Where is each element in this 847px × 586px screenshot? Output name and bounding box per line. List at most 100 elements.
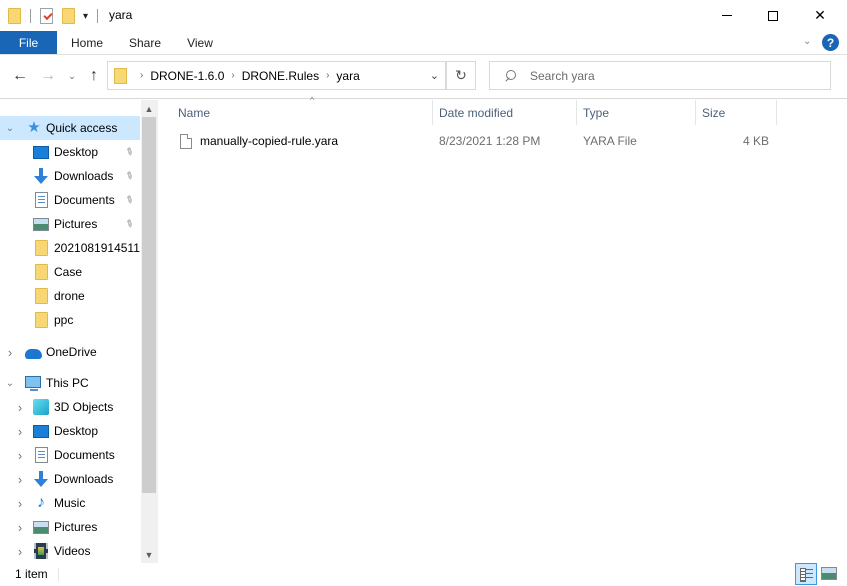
tree-quick-access[interactable]: ⌄ ★ Quick access bbox=[0, 116, 140, 140]
scroll-up-arrow[interactable]: ▲ bbox=[141, 100, 157, 117]
chevron-right-icon[interactable]: › bbox=[15, 400, 25, 415]
breadcrumb-drone-1-6-0[interactable]: DRONE-1.6.0 bbox=[150, 69, 224, 83]
column-header-type[interactable]: Type bbox=[577, 100, 696, 125]
new-folder-icon[interactable] bbox=[62, 8, 75, 24]
tab-view[interactable]: View bbox=[176, 31, 224, 54]
search-box[interactable] bbox=[489, 61, 831, 90]
scrollbar-thumb[interactable] bbox=[142, 117, 156, 493]
folder-icon bbox=[35, 288, 48, 304]
chevron-right-icon[interactable]: › bbox=[15, 520, 25, 535]
customize-toolbar-dropdown[interactable]: ▾ bbox=[83, 11, 88, 22]
scroll-down-arrow[interactable]: ▼ bbox=[141, 546, 157, 563]
tree-onedrive[interactable]: › OneDrive bbox=[0, 340, 140, 364]
tab-file[interactable]: File bbox=[0, 31, 57, 54]
tree-qa-documents[interactable]: Documents ✎ bbox=[0, 188, 140, 212]
breadcrumb-separator[interactable]: › bbox=[326, 70, 329, 81]
tree-pc-3d-objects[interactable]: › 3D Objects bbox=[0, 395, 140, 419]
sort-ascending-icon: ^ bbox=[310, 95, 315, 105]
tree-qa-folder-20210819145111[interactable]: 20210819145111- bbox=[0, 236, 140, 260]
forward-button[interactable]: → bbox=[38, 67, 58, 85]
refresh-button[interactable]: ↻ bbox=[446, 61, 476, 90]
pin-icon: ✎ bbox=[122, 145, 136, 159]
chevron-right-icon[interactable]: › bbox=[15, 424, 25, 439]
tree-pc-documents[interactable]: › Documents bbox=[0, 443, 140, 467]
close-button[interactable]: ✕ bbox=[797, 0, 843, 31]
tree-label: Desktop bbox=[54, 145, 99, 159]
maximize-button[interactable] bbox=[750, 0, 796, 31]
3d-objects-icon bbox=[33, 399, 49, 415]
navigation-pane-scrollbar[interactable]: ▲ ▼ bbox=[141, 100, 157, 563]
back-button[interactable]: ← bbox=[10, 67, 30, 85]
minimize-icon bbox=[722, 15, 732, 16]
onedrive-icon bbox=[25, 349, 42, 359]
folder-icon[interactable] bbox=[8, 8, 21, 24]
tree-pc-videos[interactable]: › Videos bbox=[0, 539, 140, 563]
chevron-right-icon[interactable]: › bbox=[15, 472, 25, 487]
breadcrumb-yara[interactable]: yara bbox=[336, 69, 359, 83]
column-divider[interactable] bbox=[776, 100, 777, 125]
address-dropdown-icon[interactable]: ⌄ bbox=[430, 69, 439, 82]
address-bar[interactable]: › DRONE-1.6.0 › DRONE.Rules › yara ⌄ bbox=[107, 61, 446, 90]
downloads-icon bbox=[33, 471, 49, 487]
tree-qa-drone[interactable]: drone bbox=[0, 284, 140, 308]
item-count: 1 item bbox=[15, 567, 48, 581]
file-icon bbox=[180, 133, 192, 149]
chevron-right-icon[interactable]: › bbox=[5, 345, 15, 360]
folder-icon bbox=[35, 264, 48, 280]
pin-icon: ✎ bbox=[122, 169, 136, 183]
tree-label: Documents bbox=[54, 448, 115, 462]
breadcrumb-drone-rules[interactable]: DRONE.Rules bbox=[242, 69, 319, 83]
column-header-size[interactable]: Size bbox=[696, 100, 777, 125]
tree-label: Documents bbox=[54, 193, 115, 207]
file-list: ^ Name Date modified Type Size manually-… bbox=[158, 95, 847, 563]
help-icon[interactable]: ? bbox=[822, 34, 839, 51]
chevron-down-icon[interactable]: ⌄ bbox=[5, 378, 15, 389]
navigation-bar: ← → ⌄ ↑ › DRONE-1.6.0 › DRONE.Rules › ya… bbox=[0, 55, 847, 99]
tree-label: 3D Objects bbox=[54, 400, 114, 414]
breadcrumb-separator[interactable]: › bbox=[231, 70, 234, 81]
tree-label: ppc bbox=[54, 313, 74, 327]
up-button[interactable]: ↑ bbox=[85, 67, 103, 85]
file-size: 4 KB bbox=[742, 134, 769, 148]
folder-icon bbox=[35, 312, 48, 328]
column-label: Name bbox=[178, 105, 211, 120]
tab-share[interactable]: Share bbox=[118, 31, 172, 54]
downloads-icon bbox=[33, 168, 49, 184]
properties-icon[interactable] bbox=[40, 8, 53, 24]
recent-locations-button[interactable]: ⌄ bbox=[65, 67, 79, 85]
tree-qa-ppc[interactable]: ppc bbox=[0, 308, 140, 332]
tree-qa-downloads[interactable]: Downloads ✎ bbox=[0, 164, 140, 188]
tree-pc-downloads[interactable]: › Downloads bbox=[0, 467, 140, 491]
tree-qa-case[interactable]: Case bbox=[0, 260, 140, 284]
tree-label: Music bbox=[54, 496, 86, 510]
tree-qa-pictures[interactable]: Pictures ✎ bbox=[0, 212, 140, 236]
tree-pc-pictures[interactable]: › Pictures bbox=[0, 515, 140, 539]
column-header-name[interactable]: ^ Name bbox=[172, 95, 433, 125]
tree-pc-music[interactable]: › ♪ Music bbox=[0, 491, 140, 515]
column-header-date-modified[interactable]: Date modified bbox=[433, 100, 577, 125]
tree-this-pc[interactable]: ⌄ This PC bbox=[0, 371, 140, 395]
chevron-right-icon[interactable]: › bbox=[15, 544, 25, 559]
chevron-right-icon[interactable]: › bbox=[15, 448, 25, 463]
navigation-pane: ⌄ ★ Quick access Desktop ✎ Downloads ✎ D… bbox=[0, 100, 157, 563]
chevron-down-icon[interactable]: ⌄ bbox=[5, 123, 15, 134]
close-icon: ✕ bbox=[814, 7, 826, 23]
tab-home[interactable]: Home bbox=[60, 31, 114, 54]
file-name-cell: manually-copied-rule.yara bbox=[180, 130, 338, 152]
tree-pc-desktop[interactable]: › Desktop bbox=[0, 419, 140, 443]
maximize-icon bbox=[768, 10, 778, 21]
column-label: Size bbox=[702, 105, 726, 120]
large-icons-view-button[interactable] bbox=[821, 567, 837, 580]
videos-icon bbox=[34, 543, 48, 559]
details-view-button[interactable] bbox=[795, 563, 817, 585]
tree-label: drone bbox=[54, 289, 85, 303]
breadcrumb-separator[interactable]: › bbox=[140, 70, 143, 81]
chevron-right-icon[interactable]: › bbox=[15, 496, 25, 511]
search-input[interactable] bbox=[530, 68, 810, 83]
tree-qa-desktop[interactable]: Desktop ✎ bbox=[0, 140, 140, 164]
file-row[interactable]: manually-copied-rule.yara 8/23/2021 1:28… bbox=[172, 130, 777, 152]
column-label: Date modified bbox=[439, 105, 514, 120]
minimize-button[interactable] bbox=[704, 0, 750, 31]
documents-icon bbox=[35, 447, 48, 463]
expand-ribbon-icon[interactable]: ⌄ bbox=[803, 36, 811, 47]
